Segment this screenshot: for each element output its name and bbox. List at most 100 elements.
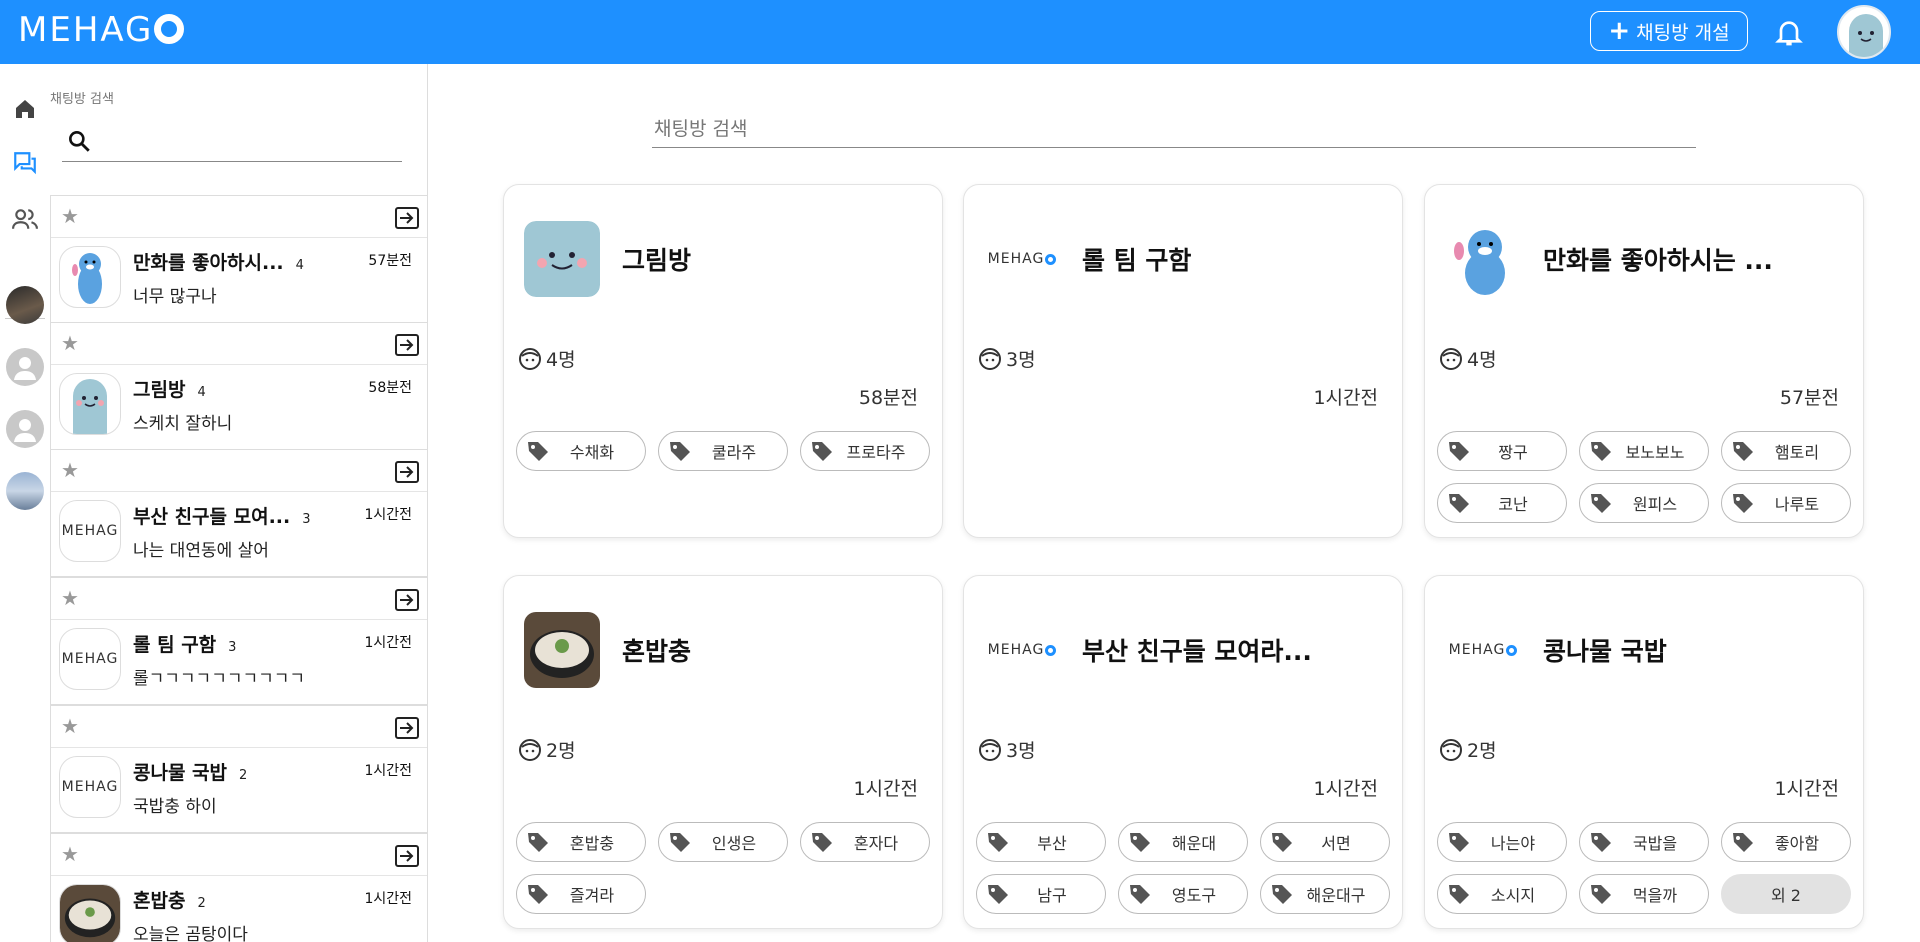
tag-chip[interactable]: 코난 bbox=[1437, 483, 1567, 523]
star-icon[interactable]: ★ bbox=[61, 333, 79, 353]
user-avatar-button[interactable] bbox=[1837, 5, 1891, 59]
friend-avatar-1[interactable] bbox=[6, 286, 44, 324]
card-thumb-logo: MEHAG bbox=[1445, 612, 1521, 688]
tag-label: 쿨라주 bbox=[711, 443, 757, 462]
room-name-text: 그림방 bbox=[133, 379, 186, 401]
tag-icon bbox=[1449, 885, 1469, 904]
home-button[interactable] bbox=[10, 94, 40, 124]
tag-label: 원피스 bbox=[1632, 495, 1678, 514]
tag-chip[interactable]: 좋아함 bbox=[1721, 822, 1851, 862]
chatroom-card[interactable]: MEHAG 콩나물 국밥 2명 1시간전 나는야 국밥을 좋아함 소시지 먹을까 외 2 bbox=[1424, 575, 1864, 929]
room-last-message: 롤ㄱㄱㄱㄱㄱㄱㄱㄱㄱㄱ bbox=[133, 669, 306, 689]
tag-chip[interactable]: 나루토 bbox=[1721, 483, 1851, 523]
card-time: 57분전 bbox=[1779, 387, 1839, 409]
tag-chip[interactable]: 혼자다 bbox=[800, 822, 930, 862]
tag-chip[interactable]: 혼밥충 bbox=[516, 822, 646, 862]
room-item-toolbar: ★ bbox=[51, 323, 427, 365]
room-list-item[interactable]: ★ 만화를 좋아하시... 4 57분전 너무 많구나 bbox=[50, 195, 427, 323]
card-thumb bbox=[1445, 221, 1521, 297]
ghost-icon bbox=[524, 221, 600, 297]
friends-nav-button[interactable] bbox=[10, 204, 40, 234]
chatroom-card[interactable]: 그림방 4명 58분전 수채화 쿨라주 프로타주 bbox=[503, 184, 943, 538]
open-chatroom-button[interactable]: + 채팅방 개설 bbox=[1590, 11, 1748, 51]
room-last-message: 나는 대연동에 살어 bbox=[133, 541, 269, 561]
room-thumb-logo: MEHAG bbox=[59, 756, 121, 818]
tag-chip[interactable]: 햄토리 bbox=[1721, 431, 1851, 471]
exit-icon[interactable] bbox=[394, 716, 420, 740]
room-list-item[interactable]: ★ MEHAG 부산 친구들 모여... 3 1시간전 나는 대연동에 살어 bbox=[50, 449, 427, 577]
room-list-item[interactable]: ★ 혼밥충 2 1시간전 오늘은 곰탕이다 bbox=[50, 833, 427, 942]
card-member-count: 2명 bbox=[546, 740, 576, 762]
exit-icon[interactable] bbox=[394, 588, 420, 612]
card-member-count: 2명 bbox=[1467, 740, 1497, 762]
room-list-item[interactable]: ★ MEHAG 롤 팀 구함 3 1시간전 롤ㄱㄱㄱㄱㄱㄱㄱㄱㄱㄱ bbox=[50, 577, 427, 705]
tag-chip[interactable]: 인생은 bbox=[658, 822, 788, 862]
tag-chip[interactable]: 보노보노 bbox=[1579, 431, 1709, 471]
tag-label: 남구 bbox=[1037, 886, 1067, 905]
top-header: MEHAG + 채팅방 개설 bbox=[0, 0, 1920, 64]
more-tags-chip[interactable]: 외 2 bbox=[1721, 874, 1851, 914]
exit-icon[interactable] bbox=[394, 206, 420, 230]
chat-nav-button[interactable] bbox=[10, 148, 40, 178]
tag-chip[interactable]: 쿨라주 bbox=[658, 431, 788, 471]
card-title: 롤 팀 구함 bbox=[1082, 246, 1192, 275]
tag-chip[interactable]: 부산 bbox=[976, 822, 1106, 862]
tag-chip[interactable]: 프로타주 bbox=[800, 431, 930, 471]
tag-icon bbox=[1591, 833, 1611, 852]
tag-label: 국밥을 bbox=[1632, 834, 1678, 853]
brand-logo-text: MEHAG bbox=[1448, 642, 1506, 658]
soup-icon bbox=[524, 612, 600, 688]
logo-o-mark bbox=[1045, 644, 1057, 656]
sidebar-search-input[interactable] bbox=[62, 124, 402, 162]
seal-icon bbox=[72, 253, 102, 304]
room-item-toolbar: ★ bbox=[51, 450, 427, 492]
tag-chip[interactable]: 먹을까 bbox=[1579, 874, 1709, 914]
star-icon[interactable]: ★ bbox=[61, 460, 79, 480]
card-members: 3명 bbox=[978, 736, 1036, 763]
exit-icon[interactable] bbox=[394, 844, 420, 868]
room-item-toolbar: ★ bbox=[51, 706, 427, 748]
friend-avatar-3[interactable] bbox=[6, 410, 44, 448]
left-rail bbox=[0, 64, 50, 942]
card-tags: 나는야 국밥을 좋아함소시지 먹을까 외 2 bbox=[1437, 822, 1857, 914]
room-last-message: 국밥충 하이 bbox=[133, 797, 217, 817]
tag-chip[interactable]: 서면 bbox=[1260, 822, 1390, 862]
app-logo[interactable]: MEHAG bbox=[18, 10, 185, 50]
exit-icon[interactable] bbox=[394, 460, 420, 484]
card-thumb bbox=[524, 221, 600, 297]
tag-chip[interactable]: 해운대 bbox=[1118, 822, 1248, 862]
chatroom-card[interactable]: 만화를 좋아하시는 ... 4명 57분전 짱구 보노보노 햄토리 코난 원피스 나루토 bbox=[1424, 184, 1864, 538]
room-time: 58분전 bbox=[368, 380, 412, 396]
tag-chip[interactable]: 국밥을 bbox=[1579, 822, 1709, 862]
room-list-item[interactable]: ★ MEHAG 콩나물 국밥 2 1시간전 국밥충 하이 bbox=[50, 705, 427, 833]
tag-icon bbox=[988, 885, 1008, 904]
card-member-count: 3명 bbox=[1006, 349, 1036, 371]
people-icon bbox=[12, 209, 38, 229]
tag-icon bbox=[1733, 833, 1753, 852]
star-icon[interactable]: ★ bbox=[61, 206, 79, 226]
chatroom-card[interactable]: MEHAG 부산 친구들 모여라... 3명 1시간전 부산 해운대 서면 남구 영도구 해운대구 bbox=[963, 575, 1403, 929]
tag-chip[interactable]: 영도구 bbox=[1118, 874, 1248, 914]
tag-chip[interactable]: 수채화 bbox=[516, 431, 646, 471]
exit-icon[interactable] bbox=[394, 333, 420, 357]
star-icon[interactable]: ★ bbox=[61, 844, 79, 864]
main-search-input[interactable]: 채팅방 검색 bbox=[652, 110, 1696, 148]
tag-chip[interactable]: 해운대구 bbox=[1260, 874, 1390, 914]
friend-avatar-2[interactable] bbox=[6, 348, 44, 386]
tag-chip[interactable]: 남구 bbox=[976, 874, 1106, 914]
star-icon[interactable]: ★ bbox=[61, 588, 79, 608]
chatroom-card[interactable]: 혼밥충 2명 1시간전 혼밥충 인생은 혼자다 즐겨라 bbox=[503, 575, 943, 929]
tag-label: 영도구 bbox=[1171, 886, 1217, 905]
chatroom-card[interactable]: MEHAG 롤 팀 구함 3명 1시간전 bbox=[963, 184, 1403, 538]
room-name: 부산 친구들 모여... 3 bbox=[133, 502, 311, 529]
tag-chip[interactable]: 원피스 bbox=[1579, 483, 1709, 523]
notification-button[interactable] bbox=[1761, 8, 1817, 56]
room-list-item[interactable]: ★ 그림방 4 58분전 스케치 잘하니 bbox=[50, 322, 427, 450]
tag-label: 짱구 bbox=[1498, 443, 1528, 462]
tag-chip[interactable]: 짱구 bbox=[1437, 431, 1567, 471]
friend-avatar-4[interactable] bbox=[6, 472, 44, 510]
tag-chip[interactable]: 소시지 bbox=[1437, 874, 1567, 914]
star-icon[interactable]: ★ bbox=[61, 716, 79, 736]
tag-chip[interactable]: 나는야 bbox=[1437, 822, 1567, 862]
tag-chip[interactable]: 즐겨라 bbox=[516, 874, 646, 914]
